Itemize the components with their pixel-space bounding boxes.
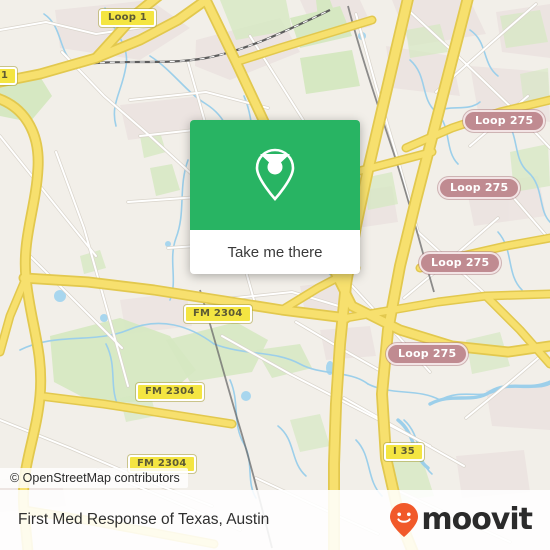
moovit-logo[interactable]: moovit [389, 502, 533, 538]
road-shield: Loop 1 [99, 9, 156, 27]
take-me-there-button[interactable]: Take me there [190, 230, 360, 274]
callout-icon-area [190, 120, 360, 230]
bottom-bar: First Med Response of Texas, Austin moov… [0, 490, 550, 550]
road-shield: Loop 275 [463, 110, 546, 132]
road-shield: I 35 [384, 443, 424, 461]
road-shield: FM 2304 [184, 305, 252, 323]
map-screenshot: Loop 1 1 Loop 275 Loop 275 Loop 275 Loop 275 F… [0, 0, 550, 550]
road-shield: Loop 275 [386, 343, 469, 365]
road-shield: FM 2304 [136, 383, 204, 401]
road-shield: 1 [0, 67, 18, 85]
callout-tail [260, 154, 290, 168]
map-attribution[interactable]: © OpenStreetMap contributors [0, 468, 188, 488]
moovit-smiley-pin-icon [390, 503, 419, 537]
location-callout[interactable]: Take me there [190, 120, 360, 274]
road-shield: Loop 275 [419, 252, 502, 274]
moovit-wordmark: moovit [421, 502, 533, 537]
page-title: First Med Response of Texas, Austin [18, 511, 270, 528]
road-shield: Loop 275 [438, 177, 521, 199]
take-me-there-label: Take me there [227, 243, 323, 261]
